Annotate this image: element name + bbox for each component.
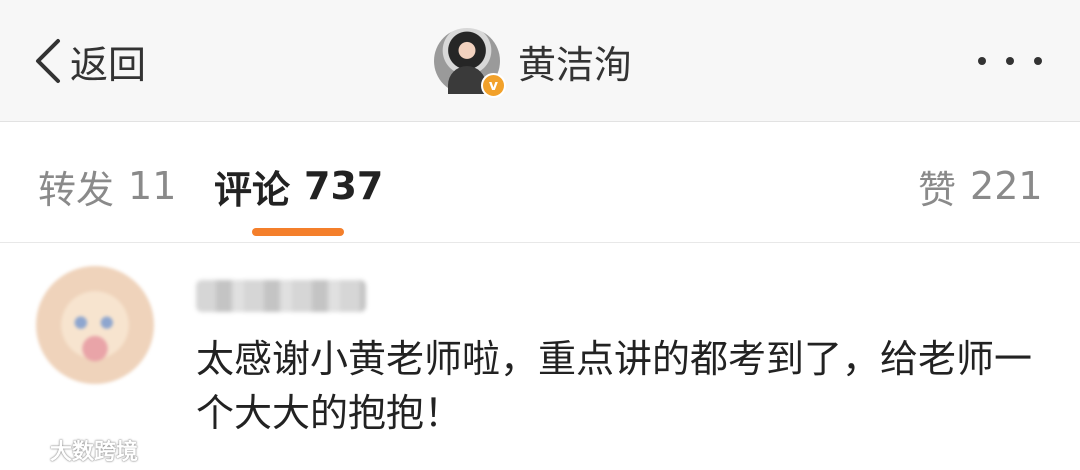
commenter-avatar[interactable] <box>36 266 154 384</box>
avatar-figure <box>448 66 486 94</box>
weibo-logo-icon <box>9 439 45 460</box>
more-dots-icon <box>978 57 986 65</box>
profile-header[interactable]: v 黄洁洵 <box>434 27 632 98</box>
commenter-username-blurred[interactable] <box>196 280 366 312</box>
avatar[interactable]: v <box>434 28 506 98</box>
tab-likes-label: 赞 <box>918 167 957 212</box>
active-tab-indicator <box>252 228 344 236</box>
tab-likes-count: 221 <box>970 164 1043 208</box>
verified-badge-icon: v <box>481 73 506 98</box>
more-dots-icon <box>1006 57 1014 65</box>
back-button[interactable]: 返回 <box>30 30 146 92</box>
top-navigation-bar: 返回 v 黄洁洵 <box>0 0 1080 122</box>
more-options-button[interactable] <box>972 44 1048 78</box>
back-label: 返回 <box>70 42 147 87</box>
tab-bar: 转发 11 评论 737 赞 221 <box>0 122 1080 243</box>
watermark: 大数跨境 <box>6 434 138 466</box>
more-dots-icon <box>1034 57 1042 65</box>
tab-repost-label: 转发 <box>38 167 115 212</box>
tab-comments-label: 评论 <box>214 167 291 212</box>
tab-comments[interactable]: 评论 737 <box>214 162 384 212</box>
profile-name[interactable]: 黄洁洵 <box>518 34 632 89</box>
chevron-left-icon <box>36 39 60 83</box>
tab-repost-count: 11 <box>128 164 177 208</box>
weibo-comment-page: 返回 v 黄洁洵 转发 11 评论 737 赞 221 太感谢小黄老师啦，重点讲… <box>0 0 1080 470</box>
comment-text: 太感谢小黄老师啦，重点讲的都考到了，给老师一个大大的抱抱！ <box>196 337 1033 435</box>
tab-likes[interactable]: 赞 221 <box>918 162 1043 212</box>
comment-item: 太感谢小黄老师啦，重点讲的都考到了，给老师一个大大的抱抱！ <box>0 244 1080 470</box>
tab-repost[interactable]: 转发 11 <box>38 162 177 212</box>
tab-comments-count: 737 <box>304 164 384 208</box>
watermark-text: 大数跨境 <box>50 440 139 465</box>
